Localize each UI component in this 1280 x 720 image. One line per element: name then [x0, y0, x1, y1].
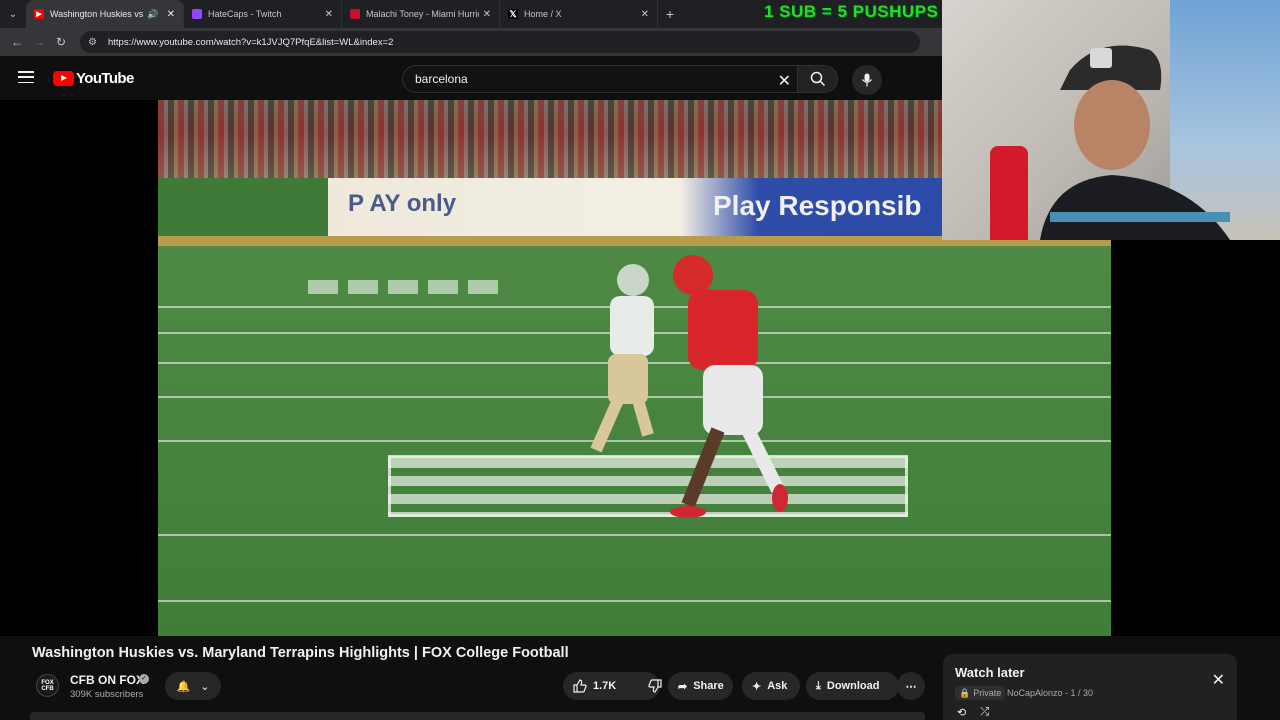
playlist-panel: Watch later ✕ 🔒 Private NoCapAlonzo - 1 …: [943, 654, 1237, 720]
yard-line: [158, 600, 1111, 602]
lock-icon: 🔒: [959, 687, 971, 698]
ask-label: Ask: [767, 680, 788, 692]
youtube-header: YouTube ✕: [0, 56, 942, 100]
sparkle-icon: ✦: [752, 680, 762, 693]
streamer-figure: [1040, 45, 1230, 240]
field-numbers-far: [308, 280, 508, 294]
url-field[interactable]: ⚙ https://www.youtube.com/watch?v=k1JVJQ…: [80, 31, 920, 53]
ask-button[interactable]: ✦ Ask: [742, 672, 800, 700]
tab-twitch[interactable]: HateCaps - Twitch ✕: [184, 0, 342, 28]
address-bar: ← → ↻ ⚙ https://www.youtube.com/watch?v=…: [0, 28, 942, 56]
video-board-text-left: P AY only: [348, 190, 457, 217]
site-info-icon[interactable]: ⚙: [88, 37, 102, 48]
close-icon[interactable]: ✕: [483, 9, 491, 20]
site-icon: [350, 9, 360, 19]
tab-title: Washington Huskies vs. Maryland: [50, 9, 144, 19]
more-actions-button[interactable]: ⋯: [897, 672, 925, 700]
youtube-icon: ▶: [34, 9, 44, 19]
webcam-red-lamp: [990, 146, 1028, 240]
new-tab-button[interactable]: +: [658, 6, 682, 22]
tab-youtube[interactable]: ▶ Washington Huskies vs. Maryland 🔊 ✕: [26, 0, 184, 28]
description-box-edge[interactable]: [30, 712, 925, 720]
stream-overlay-text: 1 SUB = 5 PUSHUPS: [764, 2, 939, 21]
search-button[interactable]: [798, 65, 838, 93]
youtube-logo-text: YouTube: [76, 70, 134, 87]
tab-malachi[interactable]: Malachi Toney - Miami Hurricane ✕: [342, 0, 500, 28]
download-button[interactable]: ⤓ Download: [806, 672, 899, 700]
page-background-right: [1111, 240, 1280, 636]
privacy-badge: 🔒 Private: [955, 686, 1006, 700]
video-title: Washington Huskies vs. Maryland Terrapin…: [32, 645, 569, 661]
x-icon: 𝕏: [508, 8, 518, 19]
forward-button[interactable]: →: [28, 31, 50, 53]
like-count: 1.7K: [593, 680, 617, 692]
playlist-title[interactable]: Watch later: [955, 665, 1025, 680]
download-icon: ⤓: [816, 679, 821, 692]
thumbs-down-icon: [648, 679, 662, 693]
chevron-down-icon: ⌄: [200, 680, 210, 693]
tab-title: Malachi Toney - Miami Hurricane: [366, 9, 479, 19]
more-icon: ⋯: [905, 680, 917, 693]
like-button[interactable]: 1.7K: [563, 672, 626, 700]
streamer-webcam: [942, 0, 1280, 240]
speaker-icon[interactable]: 🔊: [147, 9, 158, 20]
shuffle-icon[interactable]: ⤮: [980, 706, 989, 719]
url-text: https://www.youtube.com/watch?v=k1JVJQ7P…: [108, 36, 394, 48]
tab-title: Home / X: [524, 9, 562, 19]
reload-button[interactable]: ↻: [50, 31, 72, 53]
page-background-left: [0, 100, 158, 636]
video-board-text-right: Play Responsib: [713, 190, 922, 221]
youtube-logo[interactable]: YouTube: [53, 70, 134, 87]
close-icon[interactable]: ✕: [1212, 670, 1225, 690]
tab-x[interactable]: 𝕏 Home / X ✕: [500, 0, 658, 28]
tab-search-button[interactable]: ⌄: [0, 0, 26, 28]
mic-icon: [862, 73, 872, 87]
back-button[interactable]: ←: [6, 31, 28, 53]
close-icon[interactable]: ✕: [325, 9, 333, 20]
search-box[interactable]: ✕: [402, 65, 798, 93]
playlist-controls: ⟲ ⤮: [957, 706, 989, 719]
channel-avatar-text: FOX CFB: [41, 679, 54, 692]
playlist-owner-progress: NoCapAlonzo - 1 / 30: [1007, 688, 1094, 698]
screen: ⌄ ▶ Washington Huskies vs. Maryland 🔊 ✕ …: [0, 0, 1280, 720]
verified-icon: ✓: [139, 674, 149, 684]
share-icon: ➦: [678, 680, 688, 693]
search-input[interactable]: [415, 72, 755, 86]
privacy-label: Private: [973, 688, 1002, 698]
football-player-maryland: [670, 255, 788, 518]
menu-icon[interactable]: [18, 71, 34, 83]
voice-search-button[interactable]: [852, 65, 882, 95]
search-icon: [810, 71, 825, 87]
thumbs-up-icon: [573, 679, 587, 693]
loop-icon[interactable]: ⟲: [957, 706, 966, 719]
youtube-logo-icon: [53, 71, 74, 86]
like-dislike-group: 1.7K: [563, 672, 662, 700]
clear-search-icon[interactable]: ✕: [778, 71, 791, 91]
subscription-bell-button[interactable]: 🔔 ⌄: [165, 672, 221, 700]
share-button[interactable]: ➦ Share: [668, 672, 733, 700]
channel-avatar[interactable]: FOX CFB: [36, 674, 59, 697]
bell-icon: 🔔: [176, 680, 191, 693]
close-icon[interactable]: ✕: [641, 9, 649, 20]
share-label: Share: [693, 680, 724, 692]
yard-line: [158, 534, 1111, 536]
download-label: Download: [826, 680, 880, 692]
tab-title: HateCaps - Twitch: [208, 9, 282, 19]
subscriber-count: 309K subscribers: [70, 689, 144, 700]
twitch-icon: [192, 9, 202, 19]
close-icon[interactable]: ✕: [167, 9, 175, 20]
channel-name[interactable]: CFB ON FOX: [70, 673, 144, 687]
